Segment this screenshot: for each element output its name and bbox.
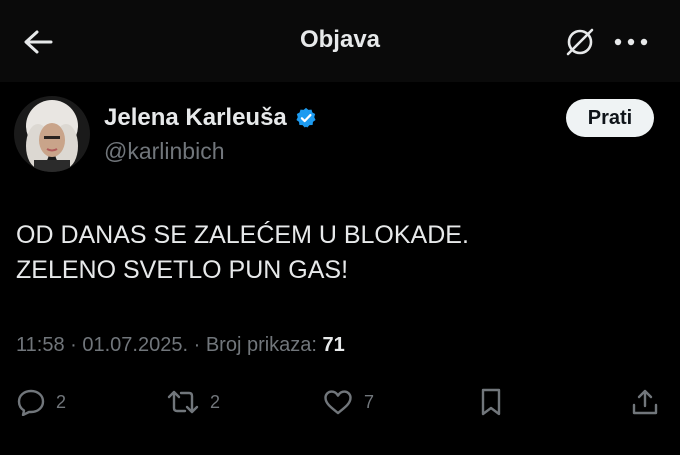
tweet-line: ZELENO SVETLO PUN GAS! — [16, 256, 349, 284]
repost-icon — [167, 390, 199, 414]
views-count: 71 — [322, 334, 345, 356]
reply-count: 2 — [56, 391, 67, 412]
grok-icon — [566, 28, 594, 56]
author-name[interactable]: Jelena Karleuša — [104, 104, 287, 132]
tweet-line: OD DANAS SE ZALEĆEM U BLOKADE. — [16, 221, 469, 249]
tweet-time[interactable]: 11:58 — [16, 334, 65, 356]
more-dots-icon — [614, 38, 648, 46]
avatar-image — [14, 96, 90, 172]
tweet-meta: 11:58 · 01.07.2025. · Broj prikaza: 71 — [16, 334, 345, 357]
verified-badge-icon — [295, 107, 317, 129]
share-button[interactable] — [630, 384, 660, 420]
tweet-text: OD DANAS SE ZALEĆEM U BLOKADE. ZELENO SV… — [16, 218, 469, 288]
reply-icon — [17, 389, 45, 416]
like-button[interactable]: 7 — [322, 384, 374, 420]
heart-icon — [324, 390, 352, 415]
repost-button[interactable]: 2 — [166, 384, 220, 420]
more-options-button[interactable] — [606, 24, 656, 60]
reply-button[interactable]: 2 — [16, 384, 66, 420]
repost-count: 2 — [210, 391, 221, 412]
action-bar: 2 2 7 — [0, 384, 680, 420]
tweet-date[interactable]: 01.07.2025. — [82, 334, 188, 356]
author-handle[interactable]: @karlinbich — [104, 138, 225, 165]
meta-separator: · — [70, 334, 77, 356]
bookmark-button[interactable] — [478, 384, 504, 420]
grok-button[interactable] — [560, 24, 600, 60]
follow-button[interactable]: Prati — [566, 99, 654, 137]
top-bar: Objava — [0, 0, 680, 82]
avatar[interactable] — [14, 96, 90, 172]
meta-separator: · — [193, 334, 201, 356]
bookmark-icon — [481, 388, 501, 416]
share-icon — [632, 389, 658, 415]
author-name-row: Jelena Karleuša — [104, 104, 317, 132]
views-label: Broj prikaza: — [205, 334, 317, 356]
like-count: 7 — [364, 391, 375, 412]
